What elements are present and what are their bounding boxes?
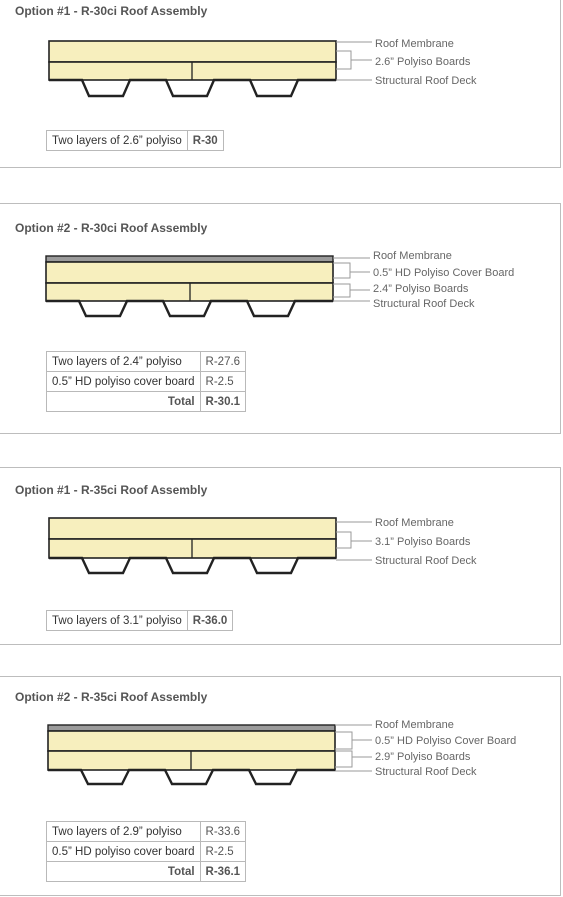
hd-polyiso-cover-board [45,261,334,284]
leader-lines [333,257,370,302]
total-label: Total [46,861,201,882]
row-r-value: R-2.5 [199,371,247,392]
label-polyiso-boards: 3.1” Polyiso Boards [375,536,471,548]
row-description: 0.5” HD polyiso cover board [46,371,201,392]
r-value-table: Two layers of 2.4” polyiso R-27.6 0.5” H… [46,351,247,412]
label-roof-membrane: Roof Membrane [375,38,454,50]
row-description: Two layers of 2.4” polyiso [46,351,201,372]
table-row: Two layers of 3.1” polyiso R-36.0 [46,610,234,631]
row-r-value: R-36.0 [186,610,234,631]
leader-lines [336,521,372,561]
row-description: Two layers of 2.6” polyiso [46,130,188,151]
structural-roof-deck [49,78,336,98]
assembly-panel-3: Option #1 - R-35ci Roof Assembly Roof Me… [0,467,561,645]
r-value-table: Two layers of 2.6” polyiso R-30 [46,130,224,151]
row-r-value: R-27.6 [199,351,247,372]
structural-roof-deck [48,768,335,786]
label-cover-board: 0.5” HD Polyiso Cover Board [373,267,514,279]
polyiso-board-upper [48,517,337,540]
leader-lines [335,724,372,772]
table-row: 0.5” HD polyiso cover board R-2.5 [46,841,247,862]
table-row: Two layers of 2.4” polyiso R-27.6 [46,351,247,372]
r-value-table: Two layers of 3.1” polyiso R-36.0 [46,610,234,631]
label-roof-membrane: Roof Membrane [375,517,454,529]
row-r-value: R-30 [186,130,224,151]
total-r-value: R-36.1 [199,861,247,882]
row-description: Two layers of 3.1” polyiso [46,610,188,631]
table-total-row: Total R-30.1 [46,391,247,412]
label-structural-roof-deck: Structural Roof Deck [373,298,475,310]
table-total-row: Total R-36.1 [46,861,247,882]
structural-roof-deck [46,299,333,318]
polyiso-board-upper [48,40,337,63]
label-roof-membrane: Roof Membrane [373,250,452,262]
hd-polyiso-cover-board [47,730,336,752]
roof-membrane [45,255,334,263]
structural-roof-deck [49,556,336,575]
roof-membrane [47,724,336,732]
leader-lines [336,41,372,81]
table-row: 0.5” HD polyiso cover board R-2.5 [46,371,247,392]
label-structural-roof-deck: Structural Roof Deck [375,75,477,87]
label-structural-roof-deck: Structural Roof Deck [375,766,477,778]
assembly-panel-1: Option #1 - R-30ci Roof Assembly Roof Me… [0,0,561,168]
label-polyiso-boards: 2.9” Polyiso Boards [375,751,471,763]
table-row: Two layers of 2.6” polyiso R-30 [46,130,224,151]
label-structural-roof-deck: Structural Roof Deck [375,555,477,567]
label-roof-membrane: Roof Membrane [375,719,454,731]
label-polyiso-boards: 2.4” Polyiso Boards [373,283,469,295]
row-r-value: R-33.6 [199,821,247,842]
assembly-panel-2: Option #2 - R-30ci Roof Assembly Roof Me… [0,203,561,434]
total-r-value: R-30.1 [199,391,247,412]
assembly-panel-4: Option #2 - R-35ci Roof Assembly Roof Me… [0,676,561,896]
table-row: Two layers of 2.9” polyiso R-33.6 [46,821,247,842]
r-value-table: Two layers of 2.9” polyiso R-33.6 0.5” H… [46,821,247,882]
row-description: 0.5” HD polyiso cover board [46,841,201,862]
row-r-value: R-2.5 [199,841,247,862]
label-polyiso-boards: 2.6” Polyiso Boards [375,56,471,68]
label-cover-board: 0.5” HD Polyiso Cover Board [375,735,516,747]
total-label: Total [46,391,201,412]
row-description: Two layers of 2.9” polyiso [46,821,201,842]
